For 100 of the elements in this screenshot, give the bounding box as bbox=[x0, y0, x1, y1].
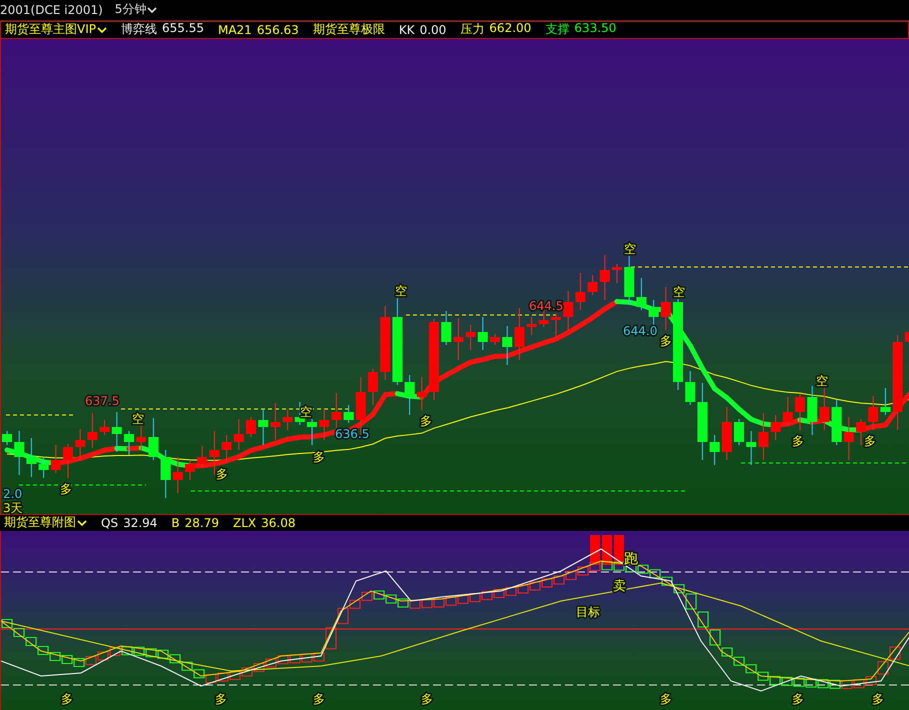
candlestick bbox=[575, 272, 586, 310]
indicator-value: 662.00 bbox=[489, 21, 532, 38]
indicator-label: 支撑 bbox=[545, 21, 570, 38]
oscillator-bar bbox=[98, 651, 108, 660]
candlestick bbox=[856, 418, 866, 446]
sell-signal-mark: 空 bbox=[816, 374, 828, 388]
oscillator-bar bbox=[254, 662, 264, 672]
candlestick bbox=[246, 416, 256, 438]
oscillator-bar bbox=[278, 654, 288, 664]
buy-signal-mark: 多 bbox=[872, 692, 884, 706]
oscillator-bar bbox=[170, 654, 180, 663]
candlestick bbox=[624, 255, 634, 306]
buy-signal-mark: 多 bbox=[421, 692, 433, 706]
oscillator-bar bbox=[386, 594, 396, 604]
indicator-label: QS bbox=[101, 516, 118, 530]
candlestick bbox=[722, 406, 732, 460]
oscillator-bar bbox=[362, 591, 372, 600]
candlestick bbox=[636, 277, 646, 310]
candlestick bbox=[685, 370, 696, 406]
oscillator-bar bbox=[554, 575, 564, 584]
candlestick bbox=[551, 313, 561, 338]
oscillator-bar bbox=[782, 676, 792, 686]
oscillator-bar bbox=[230, 670, 240, 680]
candlestick bbox=[14, 430, 24, 476]
candlestick bbox=[222, 434, 232, 464]
candlestick bbox=[478, 316, 488, 350]
buy-signal-mark: 多 bbox=[792, 434, 804, 448]
candlestick bbox=[50, 444, 61, 474]
oscillator-bar bbox=[62, 654, 72, 664]
buy-signal-mark: 多 bbox=[792, 692, 804, 706]
oscillator-bar bbox=[602, 560, 612, 570]
signal-bar bbox=[602, 534, 612, 565]
sell-signal-mark: 空 bbox=[624, 242, 636, 256]
axis-value: 2.0 bbox=[3, 486, 22, 501]
oscillator-bar bbox=[410, 599, 420, 608]
buy-signal-mark: 多 bbox=[313, 692, 325, 706]
oscillator-bar bbox=[542, 578, 552, 588]
sell-signal-mark: 空 bbox=[300, 404, 312, 419]
indicator-value: 633.50 bbox=[574, 21, 616, 38]
sell-signal-mark: 空 bbox=[132, 412, 144, 426]
oscillator-bar bbox=[746, 664, 756, 673]
price-label: 644.5 bbox=[529, 298, 564, 313]
oscillator-bar bbox=[50, 652, 60, 661]
indicator-value: 36.08 bbox=[261, 516, 296, 530]
candlestick bbox=[734, 418, 744, 446]
oscillator-bar bbox=[158, 649, 168, 658]
candlestick bbox=[282, 409, 293, 430]
buy-signal-mark: 多 bbox=[216, 466, 228, 481]
candlestick bbox=[404, 374, 415, 416]
oscillator-bar bbox=[710, 629, 720, 646]
candlestick bbox=[441, 310, 452, 346]
signal-bar bbox=[614, 534, 624, 565]
candlestick bbox=[563, 290, 574, 330]
indicator-value: 28.79 bbox=[184, 516, 220, 530]
oscillator-bar bbox=[290, 654, 300, 663]
oscillator-bar bbox=[398, 598, 408, 608]
oscillator-bar bbox=[2, 618, 12, 628]
candlestick bbox=[844, 416, 854, 460]
indicator-value: 655.55 bbox=[162, 21, 204, 38]
oscillator-bar bbox=[506, 586, 516, 596]
oscillator-bar bbox=[530, 581, 540, 590]
period-dropdown[interactable]: 5分钟 bbox=[114, 1, 158, 18]
candlestick bbox=[319, 408, 330, 440]
signal-label: 跑 bbox=[624, 550, 638, 567]
candlestick bbox=[307, 418, 317, 446]
candlestick bbox=[2, 430, 12, 446]
indicator-label: 压力 bbox=[460, 21, 484, 38]
main-indicator-dropdown[interactable]: 期货至尊主图VIP bbox=[5, 21, 107, 38]
buy-signal-mark: 多 bbox=[60, 482, 72, 496]
candlestick bbox=[612, 263, 622, 284]
candlestick bbox=[124, 430, 134, 456]
candlestick bbox=[63, 443, 73, 478]
oscillator-bar bbox=[14, 628, 24, 637]
candlestick bbox=[782, 396, 793, 426]
candlestick bbox=[197, 445, 208, 468]
oscillator-bar bbox=[842, 680, 852, 688]
oscillator-bar bbox=[662, 576, 672, 586]
candlestick bbox=[331, 392, 342, 428]
candlestick bbox=[880, 387, 890, 416]
oscillator-bar bbox=[854, 678, 864, 688]
candlestick bbox=[758, 412, 768, 460]
buy-signal-mark: 多 bbox=[660, 692, 672, 706]
indicator-value: 0.00 bbox=[420, 22, 446, 37]
candlestick bbox=[514, 307, 524, 360]
candlestick bbox=[136, 425, 146, 450]
candlestick bbox=[710, 434, 720, 466]
candlestick bbox=[904, 332, 909, 342]
oscillator-bar bbox=[494, 588, 504, 598]
candlestick bbox=[270, 402, 280, 440]
oscillator-bar bbox=[194, 668, 204, 678]
indicator-label: 博弈线 bbox=[120, 21, 157, 38]
sell-signal-mark: 空 bbox=[673, 284, 685, 299]
candlestick bbox=[368, 368, 378, 406]
oscillator-bar bbox=[374, 590, 384, 600]
sub-indicator-dropdown[interactable]: 期货至尊附图 bbox=[4, 514, 87, 532]
signal-bar bbox=[590, 534, 600, 565]
oscillator-bar bbox=[830, 679, 840, 688]
oscillator-bar bbox=[470, 592, 480, 602]
oscillator-bar bbox=[614, 561, 624, 570]
oscillator-bar bbox=[146, 648, 156, 657]
